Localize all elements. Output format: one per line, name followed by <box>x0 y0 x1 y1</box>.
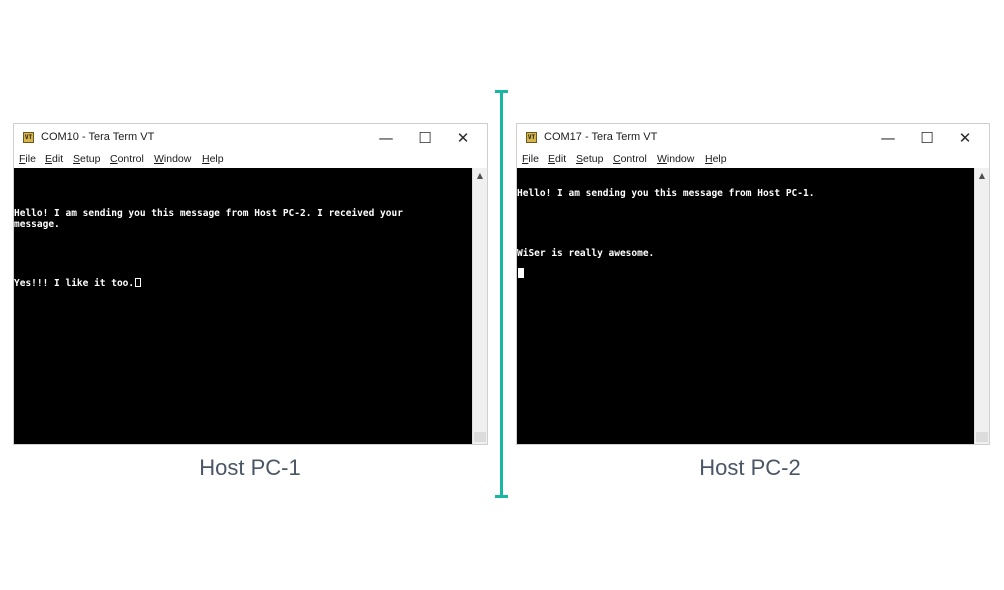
divider-top-cap <box>495 90 508 93</box>
tera-term-app-icon: VT <box>23 132 34 143</box>
terminal-area[interactable]: Hello! I am sending you this message fro… <box>14 168 472 444</box>
close-button[interactable]: ✕ <box>946 124 984 152</box>
text-cursor <box>518 268 524 278</box>
menu-window-mnemonic: W <box>154 153 164 165</box>
vertical-scrollbar[interactable]: ▲ <box>472 168 487 444</box>
menu-control[interactable]: Control <box>110 152 144 166</box>
vertical-scrollbar[interactable]: ▲ <box>974 168 989 444</box>
menu-control-mnemonic: C <box>613 153 621 165</box>
menu-control[interactable]: Control <box>613 152 647 166</box>
menu-file-rest: ile <box>528 153 539 165</box>
terminal-line: message. <box>14 219 60 230</box>
tera-term-window-com17: VT COM17 - Tera Term VT — ☐ ✕ File Edit … <box>516 123 990 445</box>
menu-setup-mnemonic: S <box>576 153 584 165</box>
menu-help-rest: elp <box>712 153 727 165</box>
menu-window[interactable]: Window <box>154 152 191 166</box>
menu-setup[interactable]: Setup <box>73 152 100 166</box>
menu-edit-rest: dit <box>52 153 64 165</box>
close-button[interactable]: ✕ <box>444 124 482 152</box>
menu-setup-rest: etup <box>583 153 604 165</box>
terminal-line-with-cursor: Yes!!! I like it too. <box>14 278 142 289</box>
menu-setup-mnemonic: S <box>73 153 81 165</box>
menu-file[interactable]: File <box>522 152 539 166</box>
window-title: COM10 - Tera Term VT <box>41 131 155 143</box>
menu-file[interactable]: File <box>19 152 36 166</box>
menu-edit-rest: dit <box>555 153 567 165</box>
menu-window-rest: indow <box>666 153 695 165</box>
title-bar[interactable]: VT COM10 - Tera Term VT — ☐ ✕ <box>14 124 487 152</box>
title-bar[interactable]: VT COM17 - Tera Term VT — ☐ ✕ <box>517 124 989 152</box>
divider-bottom-cap <box>495 495 508 498</box>
terminal-line: Hello! I am sending you this message fro… <box>14 208 403 219</box>
scroll-up-arrow-icon[interactable]: ▲ <box>975 168 989 183</box>
menu-control-mnemonic: C <box>110 153 118 165</box>
menu-file-rest: ile <box>25 153 36 165</box>
terminal-line: Yes!!! I like it too. <box>14 278 135 289</box>
menu-edit[interactable]: Edit <box>45 152 63 166</box>
menu-window-mnemonic: W <box>657 153 667 165</box>
terminal-area[interactable]: Hello! I am sending you this message fro… <box>517 168 974 444</box>
maximize-button[interactable]: ☐ <box>908 124 946 152</box>
tera-term-app-icon: VT <box>526 132 537 143</box>
menu-edit-mnemonic: E <box>45 153 53 165</box>
caption-host-pc-2: Host PC-2 <box>699 455 801 480</box>
menu-help[interactable]: Help <box>705 152 727 166</box>
menu-help-rest: elp <box>209 153 224 165</box>
minimize-button[interactable]: — <box>869 124 907 152</box>
menu-control-rest: ontrol <box>117 153 144 165</box>
menu-edit[interactable]: Edit <box>548 152 566 166</box>
scroll-up-arrow-icon[interactable]: ▲ <box>473 168 487 183</box>
menu-help-mnemonic: H <box>202 153 210 165</box>
menu-edit-mnemonic: E <box>548 153 556 165</box>
caption-host-pc-1: Host PC-1 <box>199 455 301 480</box>
window-title: COM17 - Tera Term VT <box>544 131 658 143</box>
menu-bar: File Edit Setup Control Window Help <box>14 152 487 168</box>
minimize-button[interactable]: — <box>367 124 405 152</box>
terminal-line: WiSer is really awesome. <box>517 248 655 259</box>
terminal-line: Hello! I am sending you this message fro… <box>517 188 815 199</box>
menu-help-mnemonic: H <box>705 153 713 165</box>
vertical-divider <box>500 90 503 498</box>
menu-control-rest: ontrol <box>620 153 647 165</box>
menu-setup-rest: etup <box>80 153 101 165</box>
menu-bar: File Edit Setup Control Window Help <box>517 152 989 168</box>
scrollbar-thumb[interactable] <box>474 432 486 442</box>
menu-window[interactable]: Window <box>657 152 694 166</box>
menu-window-rest: indow <box>163 153 192 165</box>
tera-term-window-com10: VT COM10 - Tera Term VT — ☐ ✕ File Edit … <box>13 123 488 445</box>
text-cursor <box>135 278 142 287</box>
menu-setup[interactable]: Setup <box>576 152 603 166</box>
maximize-button[interactable]: ☐ <box>406 124 444 152</box>
menu-help[interactable]: Help <box>202 152 224 166</box>
scrollbar-thumb[interactable] <box>976 432 988 442</box>
